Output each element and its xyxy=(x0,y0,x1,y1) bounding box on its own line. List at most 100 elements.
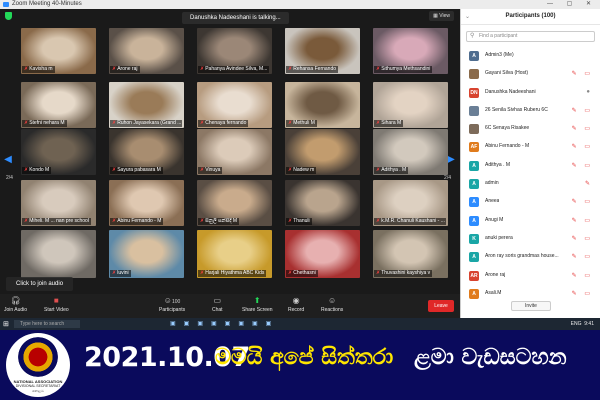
system-tray[interactable]: ENG 9:41 xyxy=(571,321,594,327)
windows-taskbar: ⊞ Type here to search ▣▣▣▣▣▣▣▣ ENG 9:41 xyxy=(0,318,600,330)
tile-name-text: Kavisha m xyxy=(29,66,53,72)
join-audio-button[interactable]: 🎧︎ Join Audio xyxy=(4,296,27,313)
muted-mic-icon: ✗ xyxy=(112,218,117,224)
video-tile[interactable]: ✗Sihara M xyxy=(373,82,448,128)
participant-search-input[interactable]: ⚲ Find a participant xyxy=(466,31,595,42)
video-tile[interactable]: ✗Chenaya fernando xyxy=(197,82,272,128)
banner-program-title: මමයි අපේ සිත්තරා xyxy=(215,345,394,370)
mic-camera-status-icon[interactable]: ✎ ▭ xyxy=(572,107,593,114)
video-tile[interactable]: ✗Miheli. M ... nan pre school xyxy=(21,180,96,226)
mic-camera-status-icon[interactable]: ✎ ▭ xyxy=(572,290,593,297)
mic-camera-status-icon[interactable]: ✎ ▭ xyxy=(572,198,593,205)
video-tile[interactable]: ✗Stefni nehara M xyxy=(21,82,96,128)
tile-name-label: ✗Sayura pabasara M xyxy=(110,167,163,174)
participant-row[interactable]: A Anugi M ✎ ▭ xyxy=(461,212,600,230)
video-tile[interactable]: ✗Kondo M xyxy=(21,129,96,175)
taskbar-search-input[interactable]: Type here to search xyxy=(14,320,80,328)
tile-name-label: ✗Harjali Hiyathma ABC Kids xyxy=(198,270,267,277)
participants-count: 100 xyxy=(171,299,181,305)
participant-row[interactable]: AF Abinu Fernando - M ✎ ▭ xyxy=(461,138,600,156)
invite-button[interactable]: Invite xyxy=(511,301,551,311)
participants-panel: ⌄ Participants (100) ⚲ Find a participan… xyxy=(460,9,600,318)
video-tile[interactable]: ✗Rehansa Fernando xyxy=(285,28,360,74)
video-tile[interactable]: ✗Sayura pabasara M xyxy=(109,129,184,175)
video-tile[interactable]: ✗Harjali Hiyathma ABC Kids xyxy=(197,230,272,278)
share-screen-button[interactable]: ⬆ Share Screen xyxy=(242,296,273,313)
participant-name: Danushka Nadeeshani xyxy=(485,88,536,95)
participant-row[interactable]: 6C Senaya Risakee ✎ ▭ xyxy=(461,120,600,138)
participant-row[interactable]: Aadmin ✎ xyxy=(461,175,600,193)
participant-row[interactable]: A Aneea ✎ ▭ xyxy=(461,193,600,211)
leave-button[interactable]: Leave xyxy=(428,300,454,312)
reactions-button[interactable]: ☺ Reactions xyxy=(321,296,343,313)
mic-camera-status-icon[interactable]: ✎ ▭ xyxy=(572,162,593,169)
tile-name-label: ✗Methuli M xyxy=(286,120,317,127)
video-tile[interactable] xyxy=(21,230,96,278)
participant-name: Adithya . M xyxy=(485,161,511,168)
video-tile[interactable]: ✗Pahanya Avindee Silva, M... xyxy=(197,28,272,74)
video-tile[interactable]: ✗Ruhon Jayasekara (Grand ... xyxy=(109,82,184,128)
participant-row[interactable]: A Adithya . M ✎ ▭ xyxy=(461,157,600,175)
video-tile[interactable]: ✗Thuvashini kayshiya v xyxy=(373,230,448,278)
video-tile[interactable]: ✗Adithya . M xyxy=(373,129,448,175)
join-audio-label: Join Audio xyxy=(4,307,28,313)
tile-name-label: ✗Thuvashini kayshiya v xyxy=(374,270,433,277)
panel-header: ⌄ Participants (100) xyxy=(461,9,600,25)
participant-row[interactable]: A Aron ray soris grandmas house... ✎ ▭ xyxy=(461,248,600,266)
tile-name-label: ✗Sihara M xyxy=(374,120,404,127)
muted-mic-icon: ✗ xyxy=(376,218,381,224)
view-button[interactable]: ▦ View xyxy=(429,11,454,21)
mic-camera-status-icon[interactable]: ✎ xyxy=(585,180,593,187)
tile-name-label: ✗Nadew m xyxy=(286,167,317,174)
view-label: View xyxy=(439,13,450,19)
mic-camera-status-icon[interactable]: ✎ ▭ xyxy=(572,143,593,150)
mic-camera-status-icon[interactable]: ✎ ▭ xyxy=(572,272,593,279)
participant-row[interactable]: DN Danushka Nadeeshani ● xyxy=(461,84,600,102)
video-tile[interactable]: ✗Kavisha m xyxy=(21,28,96,74)
chat-button[interactable]: ▭ Chat xyxy=(212,296,223,313)
participants-button[interactable]: ☺100 Participants xyxy=(159,296,185,313)
participant-row[interactable]: AR Arone raj ✎ ▭ xyxy=(461,267,600,285)
share-screen-icon: ⬆ xyxy=(253,296,261,305)
prev-page-arrow-icon[interactable]: ◀ xyxy=(4,154,12,166)
tile-name-label: ✗Thanuli xyxy=(286,218,312,225)
tile-name-text: Chenaya fernando xyxy=(205,120,247,126)
participant-row[interactable]: Gayani Silva (Host) ✎ ▭ xyxy=(461,65,600,83)
mic-camera-status-icon[interactable]: ✎ ▭ xyxy=(572,235,593,242)
mic-camera-status-icon[interactable]: ✎ ▭ xyxy=(572,253,593,260)
taskbar-app-icons[interactable]: ▣▣▣▣▣▣▣▣ xyxy=(170,320,279,327)
video-tile[interactable]: ✗Vinuya xyxy=(197,129,272,175)
video-tile[interactable]: ✗සිනුලි සන්සිදි M xyxy=(197,180,272,226)
video-tile[interactable]: ✗Sithumya Methsandini xyxy=(373,28,448,74)
video-tile[interactable]: ✗luvini xyxy=(109,230,184,278)
record-button[interactable]: ◉ Record xyxy=(288,296,304,313)
start-video-button[interactable]: ■ Start Video xyxy=(44,296,69,313)
mic-camera-status-icon[interactable]: ✎ ▭ xyxy=(572,125,593,132)
video-tile[interactable]: ✗Abinu Fernando - M xyxy=(109,180,184,226)
avatar: A xyxy=(469,252,479,263)
zoom-window: Zoom Meeting 40-Minutes — ▢ ✕ Danushka N… xyxy=(0,0,600,318)
participant-name: Aron ray soris grandmas house... xyxy=(485,253,559,260)
video-tile[interactable]: ✗Thanuli xyxy=(285,180,360,226)
video-tile[interactable]: ✗Methuli M xyxy=(285,82,360,128)
participant-row[interactable]: 26 Senila Sivhas Ruberu 6C ✎ ▭ xyxy=(461,102,600,120)
mic-camera-status-icon[interactable]: ✎ ▭ xyxy=(572,217,593,224)
video-tile[interactable]: ✗Arone raj xyxy=(109,28,184,74)
mic-camera-status-icon[interactable]: ● xyxy=(586,89,593,95)
participant-row[interactable]: Kanuki perera ✎ ▭ xyxy=(461,230,600,248)
participant-row[interactable]: A Admin3 (Me) xyxy=(461,47,600,65)
video-tile[interactable]: ✗Nadew m xyxy=(285,129,360,175)
next-page-arrow-icon[interactable]: ▶ xyxy=(447,154,455,166)
mic-camera-status-icon[interactable]: ✎ ▭ xyxy=(572,70,593,77)
windows-start-icon[interactable]: ⊞ xyxy=(3,320,9,328)
muted-mic-icon: ✗ xyxy=(288,270,293,276)
divisional-secretariat-seal-logo: NATIONAL ASSOCIATION DIVISIONAL SECRETAR… xyxy=(6,333,70,397)
tile-name-text: Kondo M xyxy=(29,167,50,173)
video-tile[interactable]: ✗k.M.R. Chanuli Kaushani - ... xyxy=(373,180,448,226)
encryption-shield-icon[interactable] xyxy=(5,12,12,20)
window-controls[interactable]: — ▢ ✕ xyxy=(547,0,597,9)
tile-name-text: Stefni nehara M xyxy=(29,120,65,126)
tile-name-label: ✗Chethasni xyxy=(286,270,318,277)
join-audio-popup[interactable]: Click to join audio xyxy=(6,277,74,291)
video-tile[interactable]: ✗Chethasni xyxy=(285,230,360,278)
